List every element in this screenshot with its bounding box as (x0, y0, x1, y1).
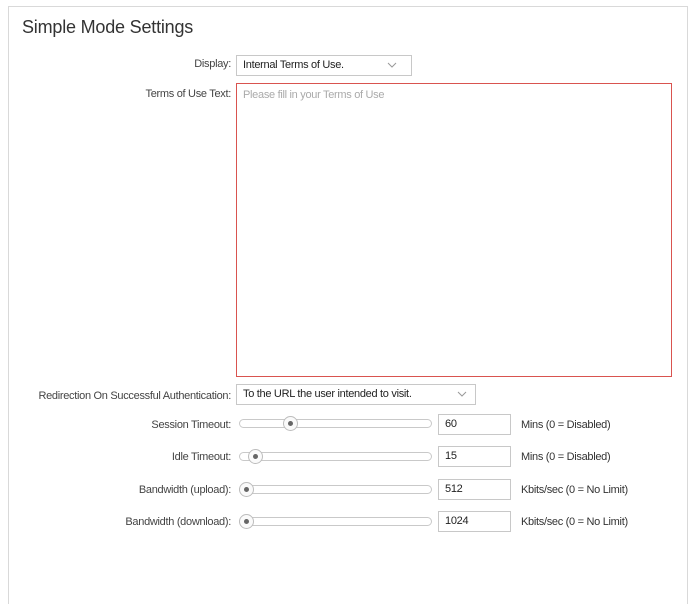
bandwidth-upload-slider-handle[interactable] (239, 482, 254, 497)
session-timeout-unit: Mins (0 = Disabled) (521, 419, 611, 431)
session-timeout-slider[interactable] (239, 416, 432, 431)
bandwidth-download-unit: Kbits/sec (0 = No Limit) (521, 516, 628, 528)
idle-timeout-input[interactable]: 15 (438, 446, 511, 467)
redirection-select-value: To the URL the user intended to visit. (243, 388, 412, 400)
redirection-label: Redirection On Successful Authentication… (38, 390, 231, 402)
display-select-value: Internal Terms of Use. (243, 59, 344, 71)
bandwidth-upload-label: Bandwidth (upload): (138, 484, 231, 496)
bandwidth-upload-slider[interactable] (239, 482, 432, 497)
display-select[interactable]: Internal Terms of Use. (236, 55, 412, 76)
idle-timeout-label: Idle Timeout: (171, 451, 231, 463)
idle-timeout-unit: Mins (0 = Disabled) (521, 451, 611, 463)
redirection-select[interactable]: To the URL the user intended to visit. (236, 384, 476, 405)
idle-timeout-slider[interactable] (239, 449, 432, 464)
bandwidth-upload-input[interactable]: 512 (438, 479, 511, 500)
session-timeout-slider-handle[interactable] (283, 416, 298, 431)
terms-placeholder: Please fill in your Terms of Use (243, 89, 385, 101)
session-timeout-label: Session Timeout: (151, 419, 231, 431)
terms-label: Terms of Use Text: (145, 88, 232, 100)
bandwidth-download-slider[interactable] (239, 514, 432, 529)
idle-timeout-slider-handle[interactable] (248, 449, 263, 464)
terms-textarea[interactable]: Please fill in your Terms of Use (236, 83, 672, 377)
bandwidth-download-input[interactable]: 1024 (438, 511, 511, 532)
panel-title: Simple Mode Settings (22, 17, 194, 37)
bandwidth-download-slider-handle[interactable] (239, 514, 254, 529)
bandwidth-download-label: Bandwidth (download): (125, 516, 231, 528)
chevron-down-icon (387, 62, 397, 68)
chevron-down-icon (457, 391, 467, 397)
session-timeout-input[interactable]: 60 (438, 414, 511, 435)
display-label: Display: (194, 58, 231, 70)
bandwidth-upload-unit: Kbits/sec (0 = No Limit) (521, 484, 628, 496)
